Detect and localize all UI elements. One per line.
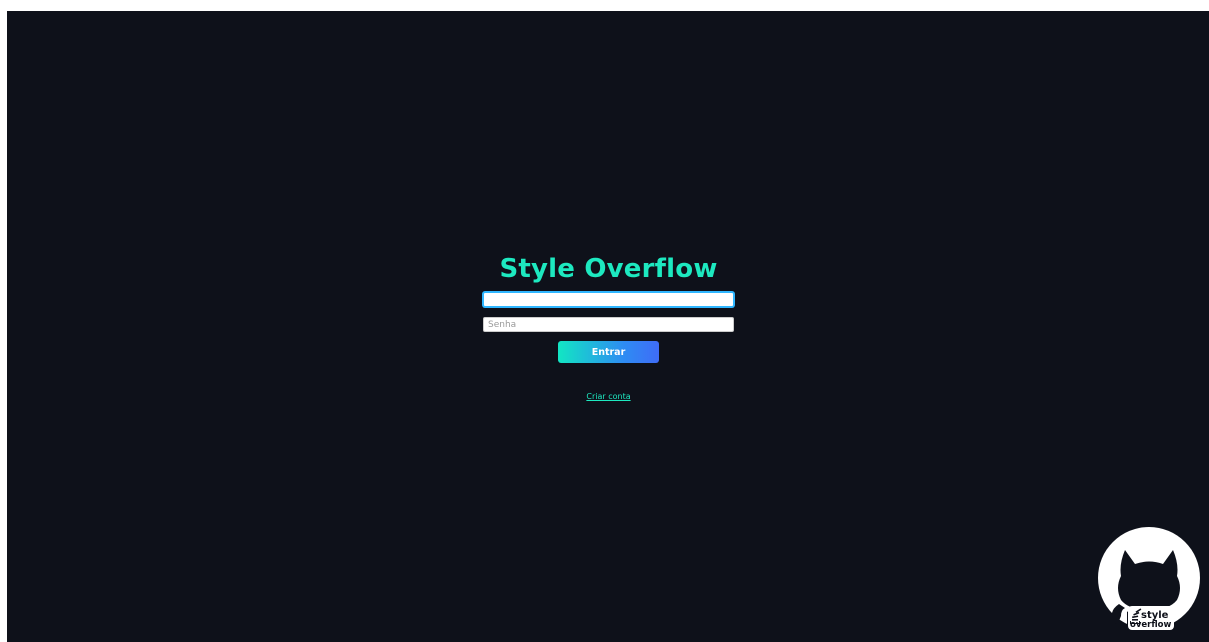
badge-text-overflow: overflow: [1130, 620, 1171, 630]
login-page: Style Overflow Entrar Criar conta style …: [7, 11, 1209, 642]
username-input[interactable]: [483, 292, 734, 307]
app-title: Style Overflow: [499, 254, 718, 284]
login-button[interactable]: Entrar: [558, 341, 659, 363]
password-input[interactable]: [483, 317, 734, 332]
login-form: Style Overflow Entrar Criar conta: [483, 251, 734, 401]
create-account-link[interactable]: Criar conta: [579, 392, 639, 401]
github-badge-graphic: style overflow: [1098, 527, 1200, 630]
github-octocat-icon[interactable]: style overflow: [1097, 526, 1201, 630]
